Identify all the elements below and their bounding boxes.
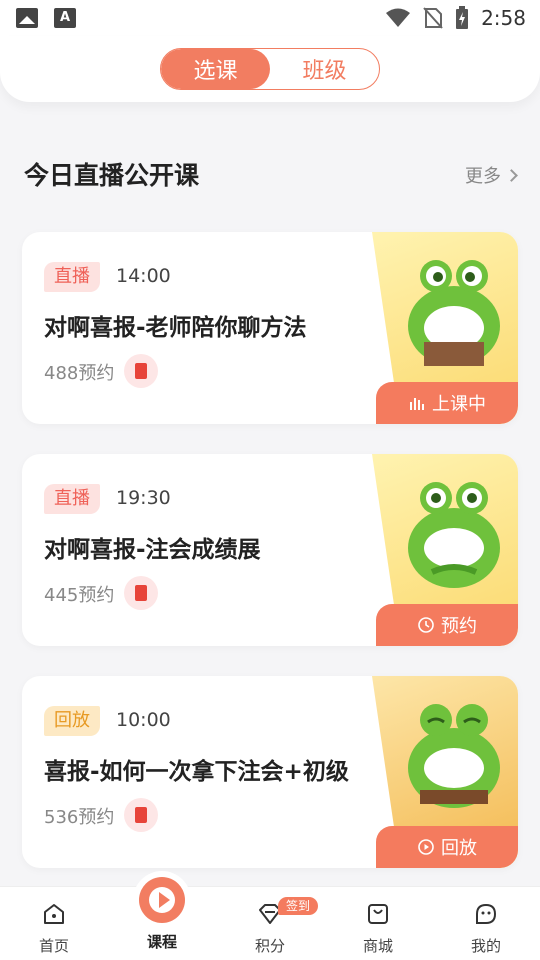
face-icon	[476, 903, 497, 924]
segment-control: 选课 班级	[160, 48, 380, 90]
course-title: 对啊喜报-注会成绩展	[44, 537, 261, 563]
course-card[interactable]: 回放 10:00 喜报-如何一次拿下注会+初级 536预约 回放	[22, 676, 518, 868]
in-class-label: 上课中	[432, 394, 486, 415]
nav-mine[interactable]: 我的	[432, 887, 540, 960]
play-icon	[418, 839, 434, 855]
sign-in-badge[interactable]: 签到	[278, 897, 319, 915]
segment-class[interactable]: 班级	[270, 49, 379, 89]
font-notification-icon: A	[54, 8, 76, 28]
battery-icon	[456, 6, 469, 29]
reservation-count: 488预约	[44, 363, 115, 384]
frog-mascot-icon	[408, 482, 500, 588]
bottom-nav: 首页 课程 积分 商城 我的	[0, 877, 540, 960]
course-title: 对啊喜报-老师陪你聊方法	[44, 315, 307, 341]
status-bar: A 2:58	[0, 0, 540, 36]
reservation-count: 536预约	[44, 807, 115, 828]
nav-mall[interactable]: 商城	[324, 887, 432, 960]
section-title: 今日直播公开课	[24, 161, 200, 190]
course-card[interactable]: 直播 19:30 对啊喜报-注会成绩展 445预约 预约	[22, 454, 518, 646]
bars-icon	[410, 398, 424, 410]
nav-mine-label: 我的	[470, 937, 501, 955]
course-time: 10:00	[116, 709, 171, 731]
clock-icon	[418, 617, 434, 633]
wifi-icon	[386, 8, 411, 27]
nav-course-label: 课程	[146, 933, 177, 951]
segment-select-course[interactable]: 选课	[161, 49, 270, 89]
live-tag: 直播	[44, 262, 100, 292]
replay-tag: 回放	[44, 706, 100, 736]
replay-button[interactable]: 回放	[376, 826, 518, 868]
course-card[interactable]: 直播 14:00 对啊喜报-老师陪你聊方法 488预约 上课中	[22, 232, 518, 424]
frog-mascot-icon	[408, 260, 500, 366]
more-label: 更多	[465, 166, 501, 187]
header: 选课 班级	[0, 36, 540, 102]
nav-mall-label: 商城	[362, 937, 393, 955]
live-tag: 直播	[44, 484, 100, 514]
chevron-right-icon	[505, 168, 518, 182]
clock-time: 2:58	[481, 6, 526, 30]
red-packet-icon	[124, 576, 158, 610]
course-time: 19:30	[116, 487, 171, 509]
nav-home[interactable]: 首页	[0, 887, 108, 960]
frog-mascot-icon	[408, 704, 500, 808]
replay-label: 回放	[441, 838, 477, 859]
red-packet-icon	[124, 798, 158, 832]
in-class-button[interactable]: 上课中	[376, 382, 518, 424]
reservation-count: 445预约	[44, 585, 115, 606]
bag-icon	[368, 904, 388, 924]
no-sim-icon	[423, 7, 443, 29]
nav-home-label: 首页	[38, 937, 69, 955]
reserve-button[interactable]: 预约	[376, 604, 518, 646]
red-packet-icon	[124, 354, 158, 388]
home-icon	[44, 904, 64, 924]
course-time: 14:00	[116, 265, 171, 287]
more-link[interactable]: 更多	[465, 162, 518, 188]
image-notification-icon	[16, 8, 38, 28]
nav-points-label: 积分	[254, 937, 285, 955]
play-triangle-icon	[159, 892, 170, 908]
reserve-label: 预约	[441, 616, 477, 637]
course-title: 喜报-如何一次拿下注会+初级	[44, 759, 349, 785]
